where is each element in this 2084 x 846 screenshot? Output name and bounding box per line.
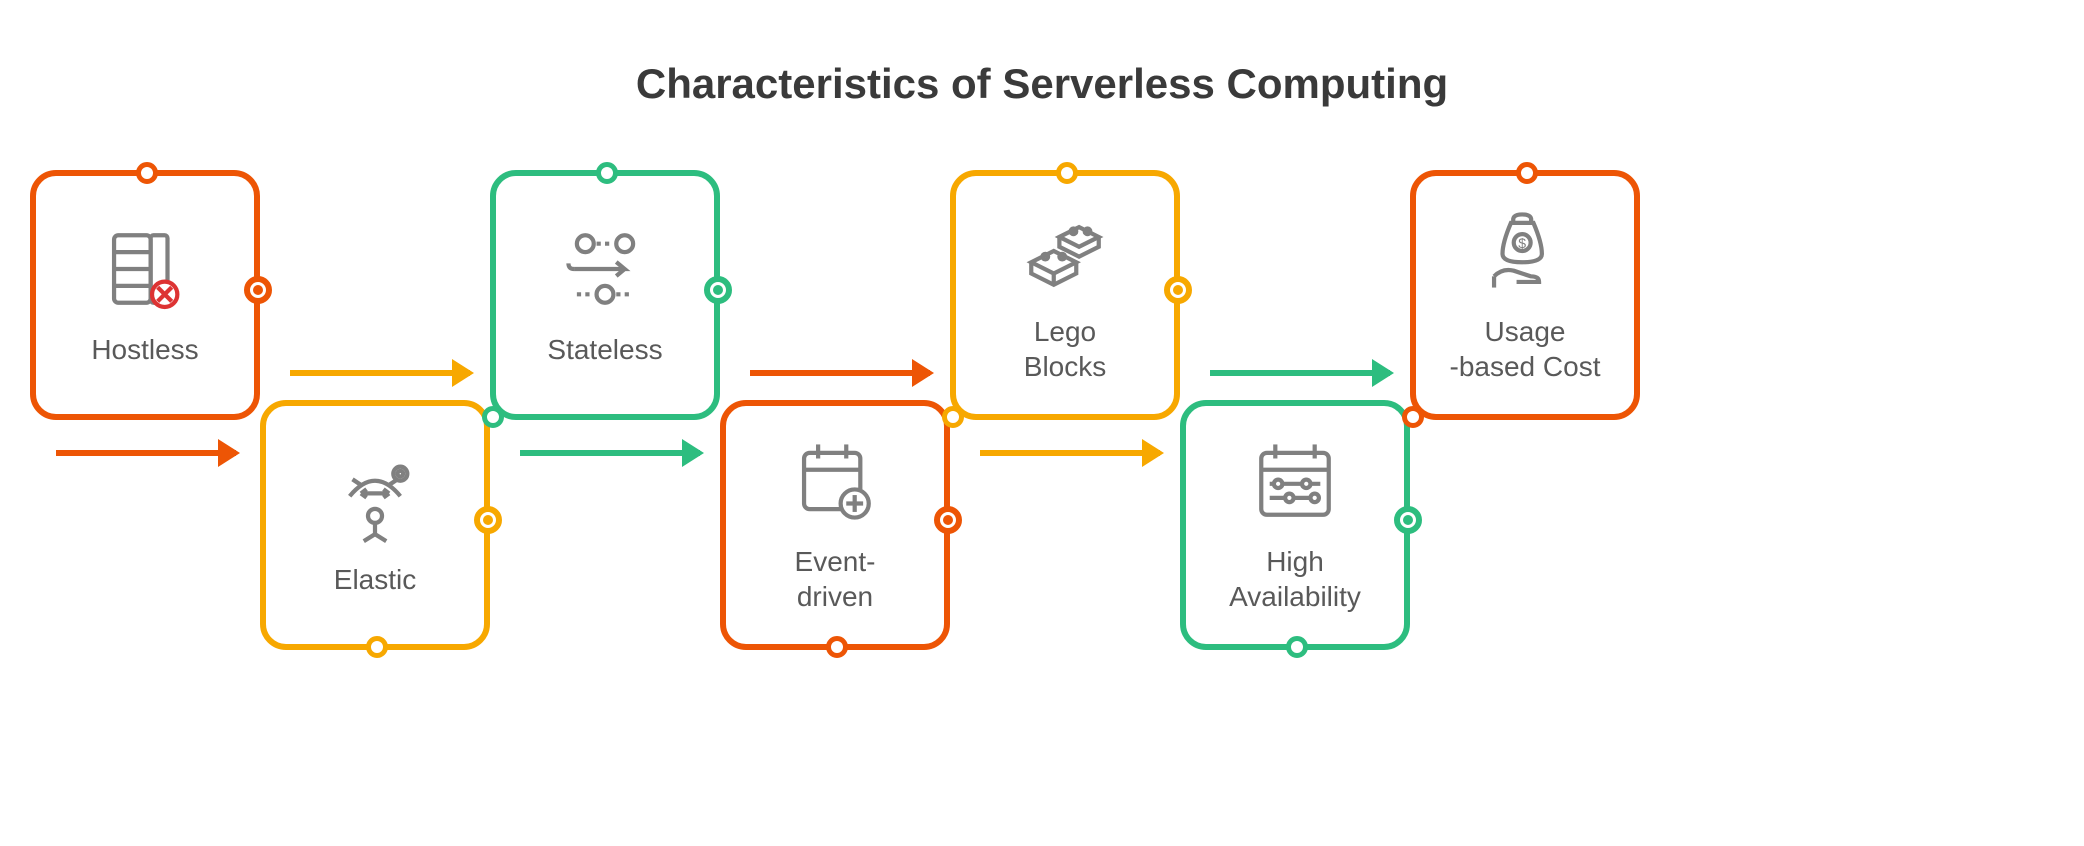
step-event-driven: Event- driven — [720, 400, 950, 650]
step-label: Hostless — [91, 332, 198, 367]
arrow-icon — [520, 450, 700, 456]
step-label: Event- driven — [795, 544, 876, 614]
step-label: Stateless — [547, 332, 662, 367]
step-label: Lego Blocks — [1024, 314, 1106, 384]
step-label: Elastic — [334, 562, 416, 597]
step-label: High Availability — [1229, 544, 1361, 614]
node-ring-icon — [474, 506, 502, 534]
node-dot-icon — [1056, 162, 1078, 184]
step-usage-based-cost: $ Usage -based Cost — [1410, 170, 1640, 420]
characteristics-diagram: Hostless Elastic — [30, 170, 2054, 770]
arrow-icon — [750, 370, 930, 376]
node-dot-icon — [1402, 406, 1424, 428]
flex-person-icon — [330, 454, 420, 544]
node-ring-icon — [1164, 276, 1192, 304]
step-stateless: Stateless — [490, 170, 720, 420]
svg-text:$: $ — [1518, 235, 1526, 251]
node-dot-icon — [826, 636, 848, 658]
node-dot-icon — [1286, 636, 1308, 658]
node-dot-icon — [942, 406, 964, 428]
blocks-icon — [1020, 206, 1110, 296]
schedule-icon — [1250, 436, 1340, 526]
node-ring-icon — [704, 276, 732, 304]
calendar-plus-icon — [790, 436, 880, 526]
page-title: Characteristics of Serverless Computing — [0, 0, 2084, 108]
step-label: Usage -based Cost — [1450, 314, 1601, 384]
step-high-availability: High Availability — [1180, 400, 1410, 650]
arrow-icon — [290, 370, 470, 376]
money-hand-icon: $ — [1480, 206, 1570, 296]
step-lego-blocks: Lego Blocks — [950, 170, 1180, 420]
step-hostless: Hostless — [30, 170, 260, 420]
server-x-icon — [100, 224, 190, 314]
node-dot-icon — [366, 636, 388, 658]
step-elastic: Elastic — [260, 400, 490, 650]
arrow-icon — [1210, 370, 1390, 376]
node-dot-icon — [596, 162, 618, 184]
node-ring-icon — [1394, 506, 1422, 534]
arrow-icon — [980, 450, 1160, 456]
gears-flow-icon — [560, 224, 650, 314]
node-ring-icon — [934, 506, 962, 534]
arrow-icon — [56, 450, 236, 456]
node-dot-icon — [482, 406, 504, 428]
node-ring-icon — [244, 276, 272, 304]
node-dot-icon — [1516, 162, 1538, 184]
node-dot-icon — [136, 162, 158, 184]
